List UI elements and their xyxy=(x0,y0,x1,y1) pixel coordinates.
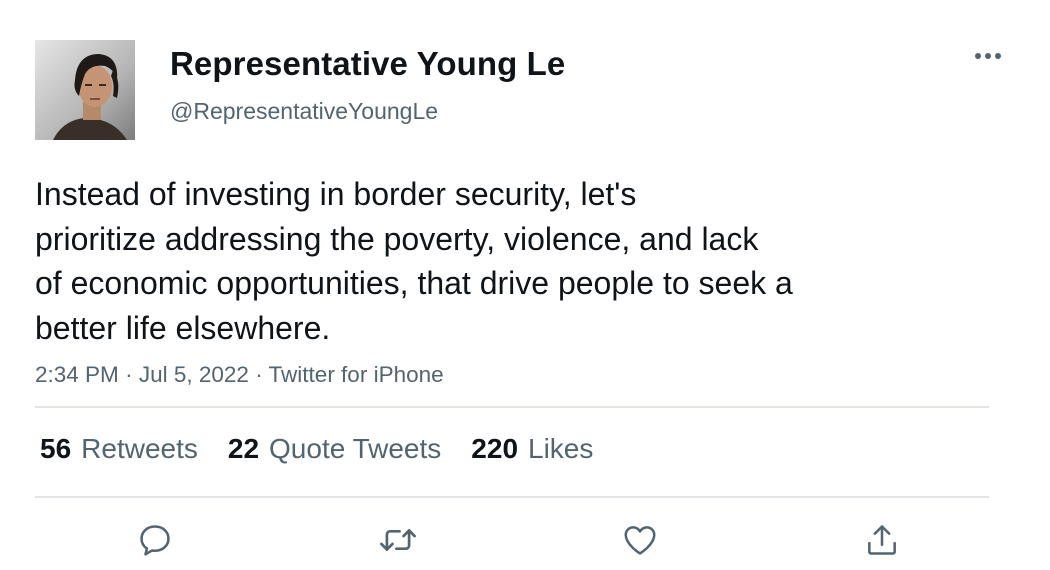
tweet-text-line: better life elsewhere. xyxy=(35,309,331,346)
quote-tweets-label: Quote Tweets xyxy=(269,433,442,464)
share-button[interactable] xyxy=(860,518,904,562)
heart-icon xyxy=(624,526,656,555)
retweet-icon xyxy=(380,529,416,551)
avatar[interactable] xyxy=(35,40,135,140)
meta-separator: · xyxy=(255,362,263,387)
more-horizontal-icon xyxy=(975,53,1001,59)
tweet-text-line: Instead of investing in border security,… xyxy=(35,176,637,212)
tweet-source[interactable]: Twitter for iPhone xyxy=(269,362,444,387)
retweets-label: Retweets xyxy=(81,433,198,464)
tweet-text-line: of economic opportunities, that drive pe… xyxy=(35,265,793,301)
tweet-time[interactable]: 2:34 PM xyxy=(35,362,119,387)
tweet-text: Instead of investing in border security,… xyxy=(35,172,935,350)
likes-stat[interactable]: 220 Likes xyxy=(471,433,593,465)
retweets-stat[interactable]: 56 Retweets xyxy=(40,433,198,465)
engagement-stats: 56 Retweets 22 Quote Tweets 220 Likes xyxy=(40,431,623,467)
share-icon xyxy=(868,525,896,555)
user-handle[interactable]: @RepresentativeYoungLe xyxy=(170,97,438,125)
display-name[interactable]: Representative Young Le xyxy=(170,44,565,84)
likes-label: Likes xyxy=(528,433,594,464)
avatar-photo xyxy=(35,40,135,140)
retweet-button[interactable] xyxy=(376,518,420,562)
divider xyxy=(35,406,989,408)
quote-tweets-count: 22 xyxy=(227,433,260,464)
tweet-meta: 2:34 PM · Jul 5, 2022 · Twitter for iPho… xyxy=(35,360,444,390)
quote-tweets-stat[interactable]: 22 Quote Tweets xyxy=(228,433,441,465)
likes-count: 220 xyxy=(471,433,519,464)
tweet-date[interactable]: Jul 5, 2022 xyxy=(139,362,249,387)
like-button[interactable] xyxy=(618,518,662,562)
retweets-count: 56 xyxy=(40,433,72,464)
divider xyxy=(35,496,989,498)
reply-button[interactable] xyxy=(133,518,177,562)
meta-separator: · xyxy=(125,362,133,387)
reply-icon xyxy=(140,525,170,556)
more-options-button[interactable] xyxy=(970,44,1006,68)
tweet-text-line: prioritize addressing the poverty, viole… xyxy=(35,220,759,257)
